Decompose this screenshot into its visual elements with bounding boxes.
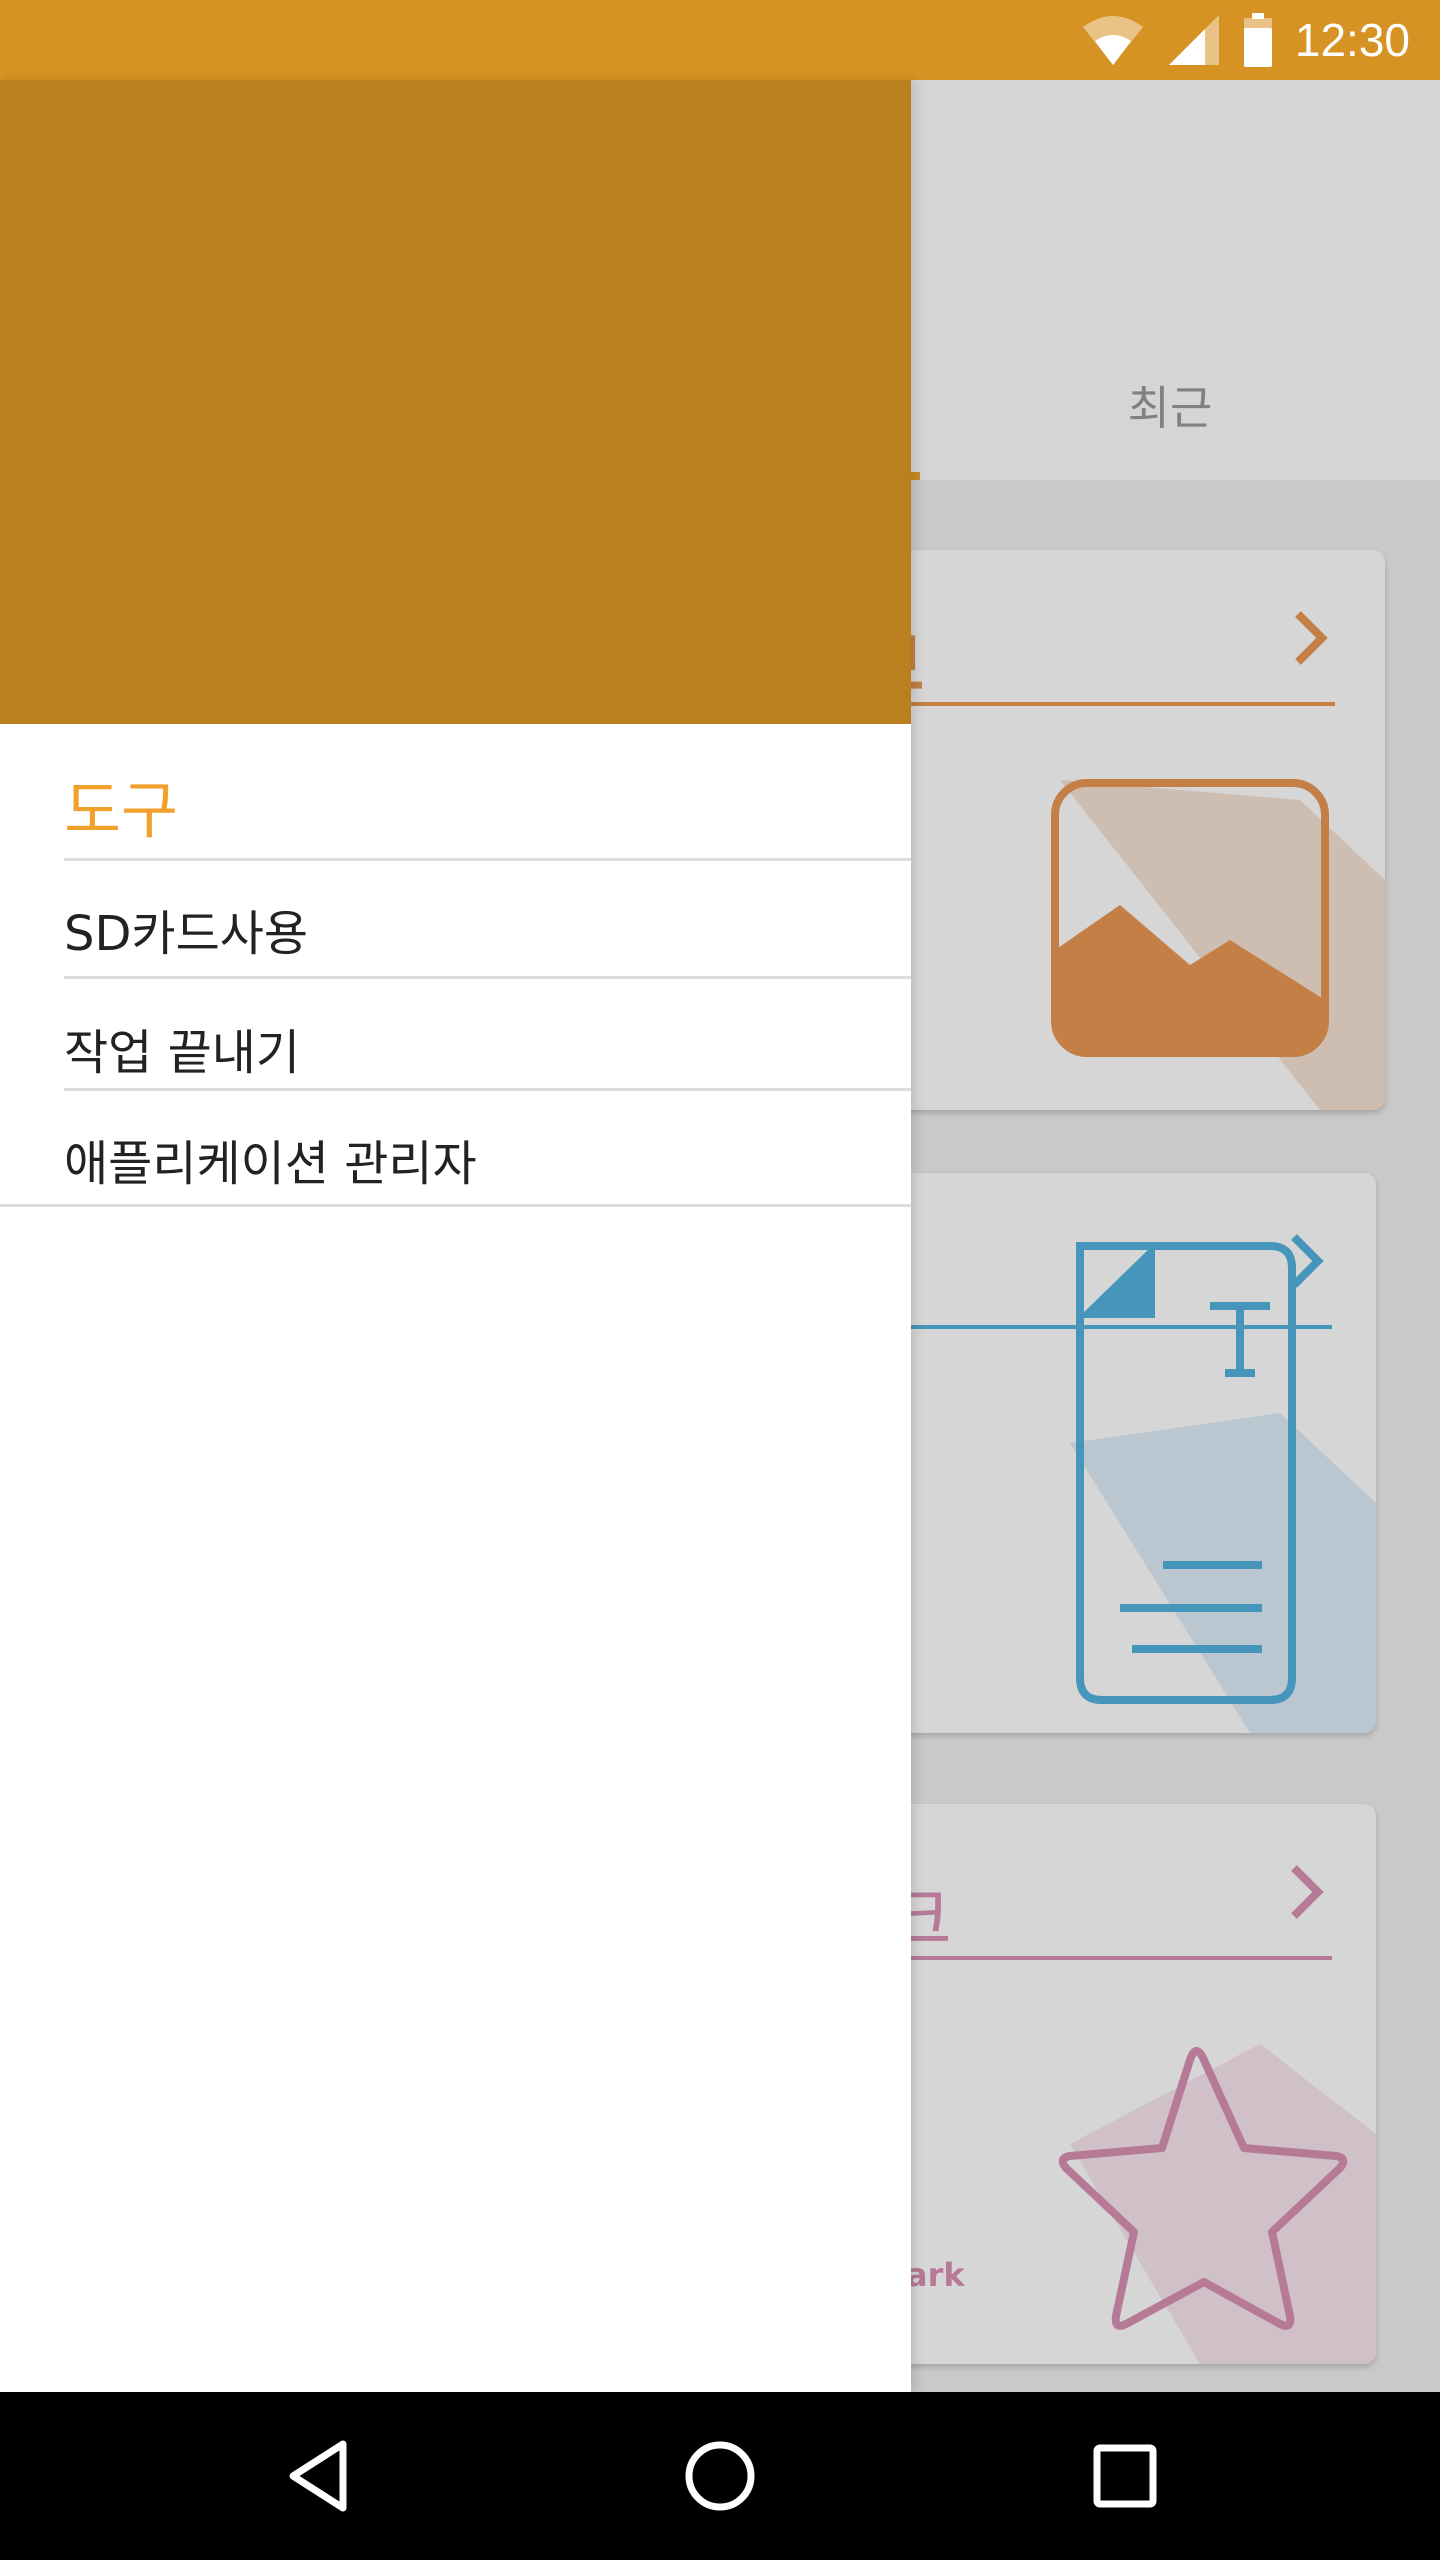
wifi-icon	[1082, 16, 1143, 65]
menu-item-end-task[interactable]: 작업 끝내기	[0, 979, 911, 1095]
menu-item-label: SD카드사용	[64, 906, 309, 962]
divider	[0, 1204, 911, 1207]
signal-icon	[1168, 15, 1219, 65]
menu-section-tools: 도구	[64, 774, 179, 847]
back-button[interactable]	[248, 2392, 388, 2560]
back-icon	[289, 2440, 347, 2512]
home-icon	[685, 2441, 755, 2511]
status-time: 12:30	[1294, 14, 1410, 66]
drawer-header	[0, 80, 911, 724]
battery-icon	[1243, 13, 1272, 67]
recents-icon	[1093, 2444, 1157, 2508]
menu-item-label: 애플리케이션 관리자	[64, 1136, 477, 1192]
menu-item-label: 작업 끝내기	[64, 1025, 301, 1081]
menu-item-app-manager[interactable]: 애플리케이션 관리자	[0, 1090, 911, 1206]
status-icons: 12:30	[1081, 0, 1410, 80]
menu-item-sd-card[interactable]: SD카드사용	[0, 860, 911, 976]
recents-button[interactable]	[1055, 2392, 1195, 2560]
home-button[interactable]	[650, 2392, 790, 2560]
status-bar: 12:30	[0, 0, 1440, 80]
system-nav-bar	[0, 2392, 1440, 2560]
navigation-drawer: 도구 SD카드사용 작업 끝내기 애플리케이션 관리자	[0, 80, 911, 2392]
